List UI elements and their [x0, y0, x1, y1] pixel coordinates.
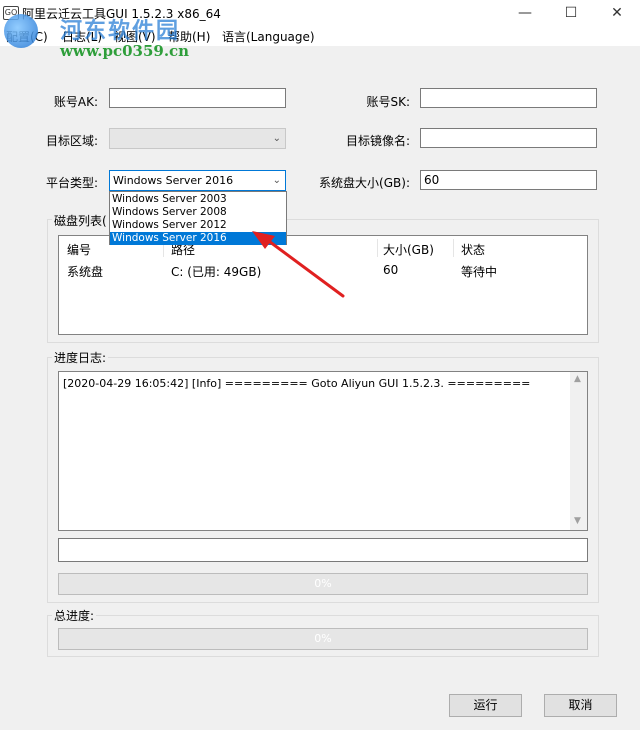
annotation-arrow-icon — [252, 231, 345, 298]
